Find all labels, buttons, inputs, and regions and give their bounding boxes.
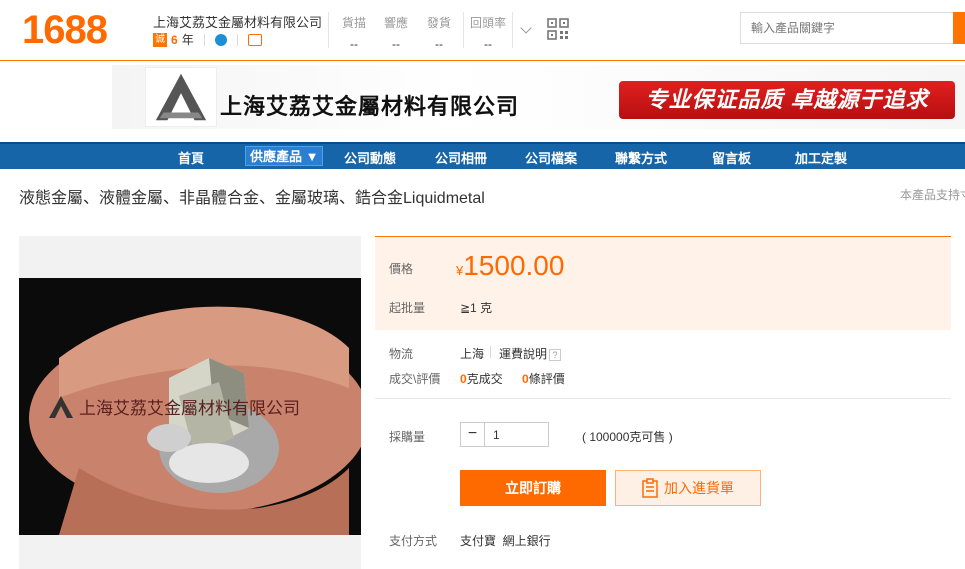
metric-value: -- — [350, 37, 358, 51]
price-value: ¥1500.00 — [456, 250, 564, 282]
support-text: 本產品支持寸 — [900, 188, 965, 202]
search-box — [740, 12, 965, 44]
add-to-cart-button[interactable]: 加入進貨單 — [615, 470, 761, 506]
moq-value: ≧1 克 — [460, 301, 493, 315]
deals-info[interactable]: 0克成交 — [460, 370, 503, 387]
badge-divider — [203, 33, 205, 46]
metric-label: 響應 — [383, 16, 408, 30]
qr-code-icon[interactable] — [547, 18, 569, 40]
shop-name-link[interactable]: 上海艾荔艾金屬材料有限公司 — [153, 12, 322, 31]
section-divider — [375, 398, 951, 399]
shipping-fee-text: 運費說明 — [499, 347, 548, 361]
add-to-cart-label: 加入進貨單 — [664, 480, 734, 496]
payment-label: 支付方式 — [389, 534, 438, 548]
purchase-qty-label: 採購量 — [389, 430, 426, 444]
metric-value: -- — [484, 37, 492, 51]
nav-item-products[interactable]: 供應產品 ▼ — [245, 146, 324, 166]
deals-label: 成交\評價 — [389, 372, 441, 386]
moq-label: 起批量 — [389, 301, 426, 315]
shipping-fee-link[interactable]: 運費說明? — [499, 345, 562, 362]
price-label: 價格 — [389, 262, 414, 276]
chengxintong-icon[interactable]: 诚 — [153, 32, 167, 47]
payment-methods: 支付寶 網上銀行 — [460, 534, 551, 548]
logistics-label: 物流 — [389, 347, 414, 361]
top-bar: 1688 上海艾荔艾金屬材料有限公司 诚 6 年 貨描 -- 響應 -- 發貨 … — [0, 0, 965, 61]
search-button[interactable] — [953, 12, 965, 44]
reviews-info[interactable]: 0條評價 — [522, 370, 565, 387]
divider — [463, 12, 464, 48]
site-logo[interactable]: 1688 — [22, 8, 108, 53]
nav-item-home[interactable]: 首頁 — [178, 148, 204, 167]
metric-value: -- — [435, 37, 443, 51]
price-amount: 1500.00 — [463, 250, 565, 281]
clipboard-icon — [642, 478, 658, 498]
banner-company-name: 上海艾荔艾金屬材料有限公司 — [220, 94, 520, 119]
metric-label: 發貨 — [426, 16, 451, 30]
divider — [328, 12, 329, 48]
divider — [512, 12, 513, 48]
verified-icon[interactable] — [214, 33, 227, 46]
product-title: 液態金屬、液體金屬、非晶體合金、金屬玻璃、鋯合金Liquidmetal — [19, 190, 485, 207]
nav-item-album[interactable]: 公司相冊 — [435, 148, 487, 167]
badge-divider — [236, 33, 238, 46]
metric-label: 貨描 — [341, 16, 366, 30]
nav-item-profile[interactable]: 公司檔案 — [525, 148, 577, 167]
quantity-stepper: − — [460, 422, 549, 447]
metric-response: 響應 -- — [374, 14, 418, 51]
shop-nav: 首頁 供應產品 ▼ 公司動態 公司相冊 公司檔案 聯繫方式 留言板 加工定製 — [0, 142, 965, 169]
metric-shipping: 發貨 -- — [417, 14, 461, 51]
stock-available: ( 100000克可售 ) — [582, 430, 673, 444]
shop-badges: 诚 6 年 — [153, 31, 262, 48]
shop-banner: 上海艾荔艾金屬材料有限公司 专业保证品质 卓越源于追求 — [112, 65, 965, 129]
photo-watermark: 上海艾荔艾金屬材料有限公司 — [79, 399, 300, 419]
membership-years: 6 — [171, 32, 178, 47]
decrease-qty-button[interactable]: − — [461, 423, 485, 446]
search-input[interactable] — [741, 13, 953, 43]
deals-count: 0 — [460, 372, 467, 386]
company-logo — [145, 67, 217, 127]
buy-now-button[interactable]: 立即訂購 — [460, 470, 606, 506]
product-photo[interactable]: 上海艾荔艾金屬材料有限公司 — [19, 278, 361, 535]
metric-description: 貨描 -- — [332, 14, 376, 51]
membership-years-unit: 年 — [181, 33, 194, 47]
nav-item-guestbook[interactable]: 留言板 — [712, 148, 751, 167]
chevron-down-icon[interactable] — [520, 22, 532, 34]
deals-unit: 克成交 — [466, 372, 503, 386]
quantity-input[interactable] — [485, 423, 547, 446]
metric-return-rate: 回頭率 -- — [466, 14, 510, 51]
certificate-icon[interactable] — [247, 33, 262, 46]
help-icon[interactable]: ? — [549, 348, 562, 361]
nav-item-contact[interactable]: 聯繫方式 — [615, 148, 667, 167]
metric-value: -- — [392, 37, 400, 51]
metric-label: 回頭率 — [469, 16, 506, 30]
reviews-count: 0 — [522, 372, 529, 386]
nav-item-customization[interactable]: 加工定製 — [795, 148, 847, 167]
nav-item-news[interactable]: 公司動態 — [344, 148, 396, 167]
logistics-divider — [490, 346, 491, 358]
logistics-from: 上海 — [460, 347, 485, 361]
reviews-unit: 條評價 — [528, 372, 565, 386]
banner-slogan: 专业保证品质 卓越源于追求 — [619, 81, 955, 119]
